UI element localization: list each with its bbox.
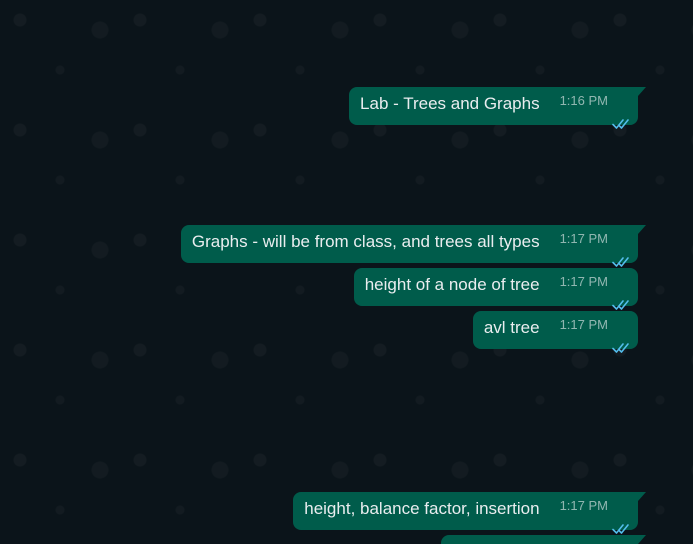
double-check-icon: [612, 244, 630, 267]
message-time: 1:17 PM: [559, 231, 608, 246]
double-check-icon: [612, 511, 630, 534]
message-text: avl tree: [483, 318, 540, 337]
double-check-icon: [612, 106, 630, 129]
outgoing-message[interactable]: Graphs - will be from class, and trees a…: [180, 225, 647, 267]
message-text: height, balance factor, insertion: [304, 499, 540, 518]
message-text: Graphs - will be from class, and trees a…: [191, 232, 540, 251]
outgoing-message[interactable]: Lab - Trees and Graphs 1:16 PM: [349, 87, 646, 129]
outgoing-message-partial[interactable]: [441, 535, 646, 544]
double-check-icon: [612, 330, 630, 353]
outgoing-message[interactable]: height of a node of tree 1:17 PM: [353, 268, 638, 310]
message-time: 1:17 PM: [559, 317, 608, 332]
message-time: 1:17 PM: [559, 274, 608, 289]
message-time: 1:16 PM: [559, 93, 608, 108]
message-text: height of a node of tree: [364, 275, 540, 294]
outgoing-message[interactable]: height, balance factor, insertion 1:17 PM: [293, 492, 646, 534]
chat-message-area[interactable]: Lab - Trees and Graphs 1:16 PM Graphs - w…: [0, 0, 693, 544]
double-check-icon: [612, 287, 630, 310]
message-text: Lab - Trees and Graphs: [360, 94, 540, 113]
message-time: 1:17 PM: [559, 498, 608, 513]
outgoing-message[interactable]: avl tree 1:17 PM: [472, 311, 638, 353]
